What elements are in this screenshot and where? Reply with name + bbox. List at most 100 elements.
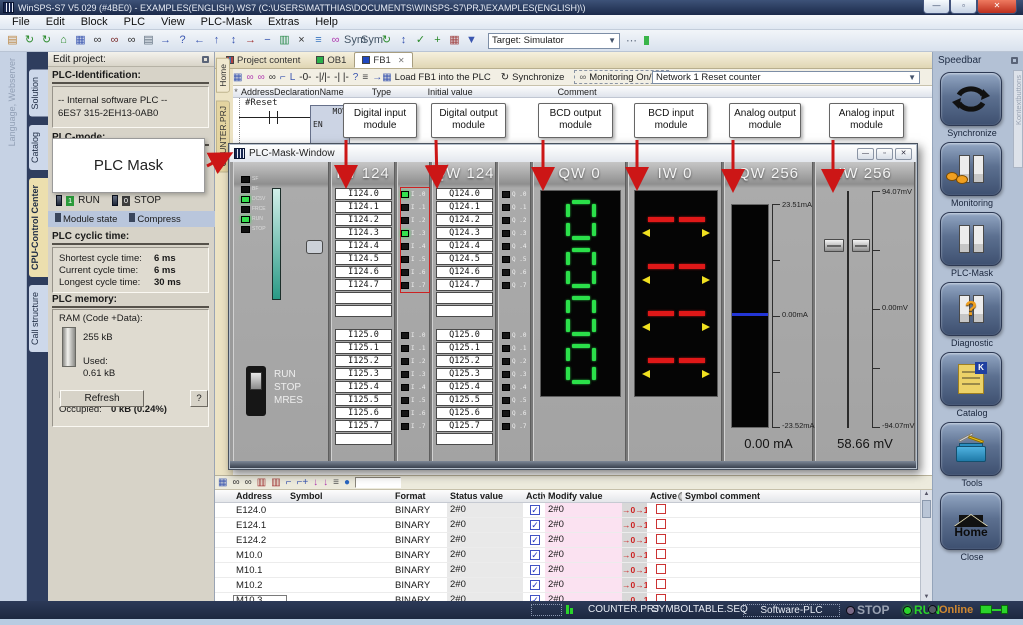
col-active2[interactable]: Active [647, 491, 682, 501]
fb1-toolbar-icon[interactable]: ∞ [246, 72, 253, 83]
slider-handle[interactable] [824, 239, 844, 252]
modify-0-1-button[interactable]: →0→1 [622, 563, 647, 577]
watch-toolbar-icon[interactable]: ↓ [323, 477, 328, 488]
monitoring-speedbutton[interactable] [940, 142, 1002, 196]
watch-filter-input[interactable] [355, 477, 401, 488]
kontextbuttons-tab[interactable]: Kontextbuttons [1013, 70, 1023, 168]
toolbar-icon[interactable]: → [157, 32, 174, 49]
active2-checkbox[interactable] [656, 504, 666, 514]
fb1-toolbar-icon[interactable]: -|/|- [316, 72, 331, 83]
target-selector[interactable]: Target: Simulator ▼ [488, 33, 620, 49]
increment-arrow-icon[interactable] [702, 276, 710, 284]
io-field[interactable]: I124.6 [335, 266, 392, 278]
status-symbol-table[interactable]: SYMBOLTABLE.SEQ [652, 604, 748, 615]
mask-minimize-button[interactable] [857, 148, 874, 160]
io-field[interactable]: I125.0 [335, 329, 392, 341]
bcd-digit-switch[interactable] [635, 217, 717, 239]
toolbar-icon[interactable]: ≡ [310, 32, 327, 49]
watch-table-scrollbar[interactable]: ▲ ▼ [920, 490, 932, 601]
input-led[interactable]: I .4 [401, 381, 429, 394]
tab-project-content[interactable]: Project content [218, 52, 308, 68]
watch-toolbar-icon[interactable]: ● [344, 477, 350, 488]
toolbar-icon[interactable]: ∞ [327, 32, 344, 49]
mask-window-titlebar[interactable]: PLC-Mask-Window [230, 145, 916, 162]
io-field[interactable]: Q124.4 [436, 240, 493, 252]
io-field[interactable] [436, 292, 493, 304]
diagnostic-speedbutton[interactable]: ? [940, 282, 1002, 336]
io-field[interactable] [436, 433, 493, 445]
toolbar-icon[interactable]: ▦ [446, 32, 463, 49]
toolbar-icon[interactable]: × [293, 32, 310, 49]
mask-maximize-button[interactable] [876, 148, 893, 160]
mode-switch[interactable] [246, 366, 266, 416]
rail-tab[interactable]: Solution [29, 70, 48, 117]
menu-item[interactable]: File [4, 16, 38, 28]
plc-mask-speedbutton[interactable] [940, 212, 1002, 266]
io-field[interactable]: I125.2 [335, 355, 392, 367]
menu-item[interactable]: Block [73, 16, 116, 28]
catalog-speedbutton[interactable]: K [940, 352, 1002, 406]
toolbar-icon[interactable]: ∞ [123, 32, 140, 49]
active2-checkbox[interactable] [656, 549, 666, 559]
io-field[interactable]: I125.4 [335, 381, 392, 393]
io-field[interactable] [335, 305, 392, 317]
io-field[interactable]: Q124.2 [436, 214, 493, 226]
toolbar-icon[interactable]: ← [191, 32, 208, 49]
scrollbar-thumb[interactable] [922, 500, 931, 518]
table-row[interactable]: M10.2 BINARY 2#0 ✓ 2#0 →0→1 [215, 578, 932, 593]
io-field[interactable]: Q125.5 [436, 394, 493, 406]
watch-toolbar-icon[interactable]: ▥ [257, 477, 266, 488]
help-button[interactable]: ? [190, 390, 208, 407]
active-checkbox[interactable]: ✓ [530, 550, 540, 560]
col-format[interactable]: Format [392, 491, 447, 501]
toolbar-icon[interactable]: ↻ [21, 32, 38, 49]
refresh-button[interactable]: Refresh [60, 390, 144, 407]
toolbar-icon[interactable]: ▼ [463, 32, 480, 49]
io-field[interactable]: Q125.0 [436, 329, 493, 341]
tab-fb1[interactable]: FB1 ✕ [354, 52, 412, 68]
toolbar-icon[interactable]: ∞ [106, 32, 123, 49]
decrement-arrow-icon[interactable] [642, 370, 650, 378]
decrement-arrow-icon[interactable] [642, 323, 650, 331]
io-field[interactable]: Q124.3 [436, 227, 493, 239]
watch-toolbar-icon[interactable]: ≡ [333, 477, 339, 488]
fb1-toolbar-icon[interactable]: -| |- [334, 72, 349, 83]
toolbar-icon[interactable]: ▤ [140, 32, 157, 49]
close-button[interactable] [977, 0, 1017, 14]
input-led[interactable]: I .2 [401, 214, 429, 227]
active-checkbox[interactable]: ✓ [530, 520, 540, 530]
modify-0-1-button[interactable]: →0→1 [622, 503, 647, 517]
col-symbol-comment[interactable]: Symbol comment [682, 491, 910, 501]
menu-item[interactable]: View [153, 16, 193, 28]
toolbar-icon[interactable]: ↻ [38, 32, 55, 49]
io-field[interactable]: Q124.7 [436, 279, 493, 291]
active2-checkbox[interactable] [656, 564, 666, 574]
load-fb1-button[interactable]: →▦ Load FB1 into the PLC [372, 72, 491, 83]
menu-item[interactable]: PLC [116, 16, 153, 28]
input-led[interactable]: I .6 [401, 407, 429, 420]
stop-button[interactable]: STOP [134, 195, 161, 206]
input-led[interactable]: I .5 [401, 253, 429, 266]
toolbar-icon[interactable]: → [242, 32, 259, 49]
bcd-input-display[interactable] [634, 190, 718, 397]
io-field[interactable]: I124.5 [335, 253, 392, 265]
increment-arrow-icon[interactable] [702, 229, 710, 237]
input-led[interactable]: I .1 [401, 201, 429, 214]
io-field[interactable]: I125.7 [335, 420, 392, 432]
toolbar-icon[interactable]: − [259, 32, 276, 49]
io-field[interactable]: I125.5 [335, 394, 392, 406]
io-field[interactable]: Q125.6 [436, 407, 493, 419]
io-field[interactable]: I125.1 [335, 342, 392, 354]
io-field[interactable]: Q125.4 [436, 381, 493, 393]
language-webserver-tab[interactable]: Language, Webserver [7, 58, 17, 146]
home-close-speedbutton[interactable]: Home [940, 492, 1002, 550]
run-button[interactable]: RUN [78, 195, 100, 206]
input-led[interactable]: I .1 [401, 342, 429, 355]
toolbar-icon[interactable]: ✓ [412, 32, 429, 49]
io-field[interactable]: I124.4 [335, 240, 392, 252]
synchronize-speedbutton[interactable] [940, 72, 1002, 126]
watch-toolbar-icon[interactable]: ∞ [232, 477, 239, 488]
col-status-value[interactable]: Status value [447, 491, 523, 501]
slider-handle[interactable] [852, 239, 870, 252]
active-checkbox[interactable]: ✓ [530, 580, 540, 590]
